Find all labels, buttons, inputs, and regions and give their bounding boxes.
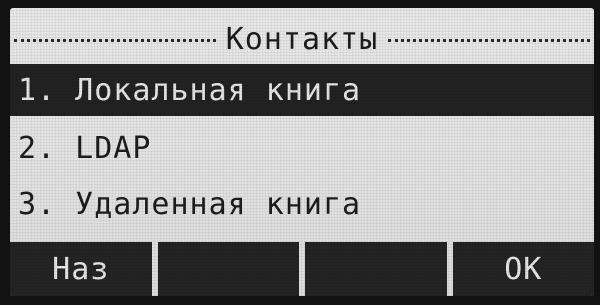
softkey-back[interactable]: Наз <box>10 242 152 296</box>
contacts-menu: 1. Локальная книга 2. LDAP 3. Удаленная … <box>10 64 594 232</box>
screen-title: Контакты <box>225 22 379 57</box>
menu-item-label: 3. Удаленная книга <box>18 186 362 222</box>
title-divider-left <box>14 38 216 42</box>
menu-item-ldap[interactable]: 2. LDAP <box>10 120 594 176</box>
softkey-2[interactable] <box>157 242 299 296</box>
softkey-bar: Наз OK <box>10 242 594 296</box>
phone-bezel: Контакты 1. Локальная книга 2. LDAP 3. У… <box>0 0 600 305</box>
menu-item-label: 1. Локальная книга <box>18 72 362 108</box>
menu-item-local-book[interactable]: 1. Локальная книга <box>10 64 594 116</box>
menu-item-remote-book[interactable]: 3. Удаленная книга <box>10 176 594 232</box>
title-divider-right <box>388 38 590 42</box>
softkey-ok[interactable]: OK <box>452 242 594 296</box>
lcd-screen: Контакты 1. Локальная книга 2. LDAP 3. У… <box>10 8 594 296</box>
softkey-3[interactable] <box>305 242 447 296</box>
menu-item-label: 2. LDAP <box>18 130 152 166</box>
screen-header: Контакты <box>10 18 594 62</box>
